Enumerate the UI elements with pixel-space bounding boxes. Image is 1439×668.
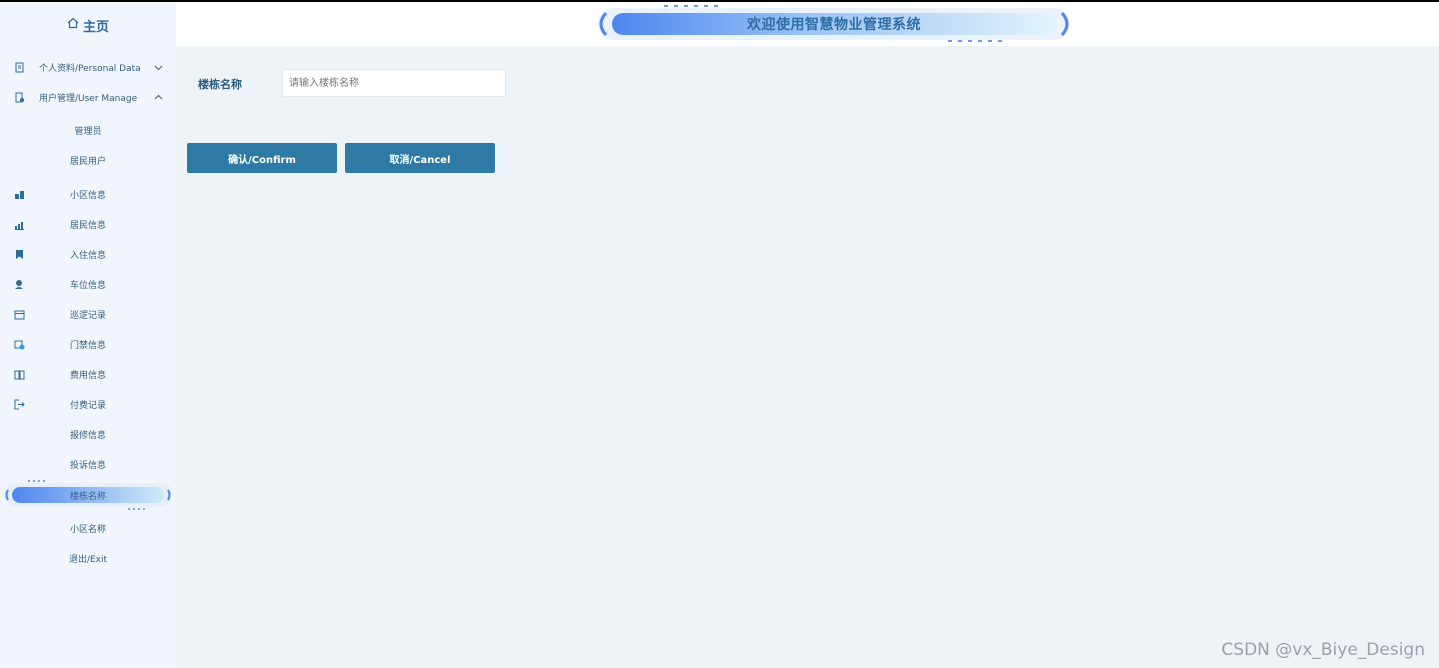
sidebar: 主页 个人资料/Personal Data 用户管理/User Manage 管… xyxy=(0,2,176,668)
sidebar-item-repair-info[interactable]: 报修信息 xyxy=(0,419,176,449)
sidebar-item-fee-info[interactable]: 费用信息 xyxy=(0,359,176,389)
sidebar-item-parking-info[interactable]: 车位信息 xyxy=(0,269,176,299)
main-content: 楼栋名称 确认/Confirm 取消/Cancel CSDN @vx_Biye_… xyxy=(176,46,1439,668)
sidebar-item-label: 退出/Exit xyxy=(68,554,108,565)
header-banner: 欢迎使用智慧物业管理系统 xyxy=(596,5,1072,43)
sidebar-group-label: 个人资料/Personal Data xyxy=(39,63,141,74)
chevron-up-icon xyxy=(154,93,163,102)
chevron-down-icon xyxy=(154,63,163,72)
watermark: CSDN @vx_Biye_Design xyxy=(1221,640,1425,660)
sidebar-subitem-label: 居民用户 xyxy=(69,156,106,167)
sidebar-item-label: 投诉信息 xyxy=(69,460,106,471)
sidebar-item-community-info[interactable]: 小区信息 xyxy=(0,179,176,209)
sidebar-item-complaint-info[interactable]: 投诉信息 xyxy=(0,449,176,479)
document-icon xyxy=(14,62,25,73)
user-file-icon xyxy=(14,92,25,103)
sidebar-group-user-manage[interactable]: 用户管理/User Manage xyxy=(0,82,176,112)
page-title: 欢迎使用智慧物业管理系统 xyxy=(747,17,921,33)
sidebar-item-label: 费用信息 xyxy=(69,370,106,381)
sidebar-item-exit[interactable]: 退出/Exit xyxy=(0,543,176,573)
building-name-label: 楼栋名称 xyxy=(198,78,242,91)
sidebar-item-label: 小区信息 xyxy=(69,190,106,201)
sidebar-subitem-admin[interactable]: 管理员 xyxy=(0,115,176,145)
sidebar-item-payment-records[interactable]: 付费记录 xyxy=(0,389,176,419)
sidebar-item-patrol-records[interactable]: 巡逻记录 xyxy=(0,299,176,329)
sidebar-subitem-residents[interactable]: 居民用户 xyxy=(0,145,176,175)
sidebar-item-label: 巡逻记录 xyxy=(69,310,106,321)
cancel-button[interactable]: 取消/Cancel xyxy=(345,143,495,173)
sidebar-item-label: 小区名称 xyxy=(69,524,106,535)
sidebar-item-building-name[interactable]: 楼栋名称 xyxy=(4,480,172,510)
building-name-input[interactable] xyxy=(282,69,506,97)
sidebar-item-access-info[interactable]: 门禁信息 xyxy=(0,329,176,359)
home-label: 主页 xyxy=(82,19,109,35)
sidebar-item-label: 门禁信息 xyxy=(69,340,106,351)
home-link[interactable]: 主页 xyxy=(0,2,176,48)
sidebar-item-checkin-info[interactable]: 入住信息 xyxy=(0,239,176,269)
sidebar-item-community-name[interactable]: 小区名称 xyxy=(0,513,176,543)
sidebar-item-label: 楼栋名称 xyxy=(69,491,106,502)
sidebar-item-label: 车位信息 xyxy=(69,280,106,291)
sidebar-subitem-label: 管理员 xyxy=(74,126,102,137)
sidebar-item-resident-info[interactable]: 居民信息 xyxy=(0,209,176,239)
sidebar-item-label: 入住信息 xyxy=(69,250,106,261)
sidebar-item-label: 居民信息 xyxy=(69,220,106,231)
sidebar-item-label: 报修信息 xyxy=(69,430,106,441)
sidebar-group-label: 用户管理/User Manage xyxy=(39,93,138,104)
home-icon xyxy=(67,17,79,33)
sidebar-item-label: 付费记录 xyxy=(69,400,106,411)
sidebar-group-personal-data[interactable]: 个人资料/Personal Data xyxy=(0,52,176,82)
confirm-button[interactable]: 确认/Confirm xyxy=(187,143,337,173)
